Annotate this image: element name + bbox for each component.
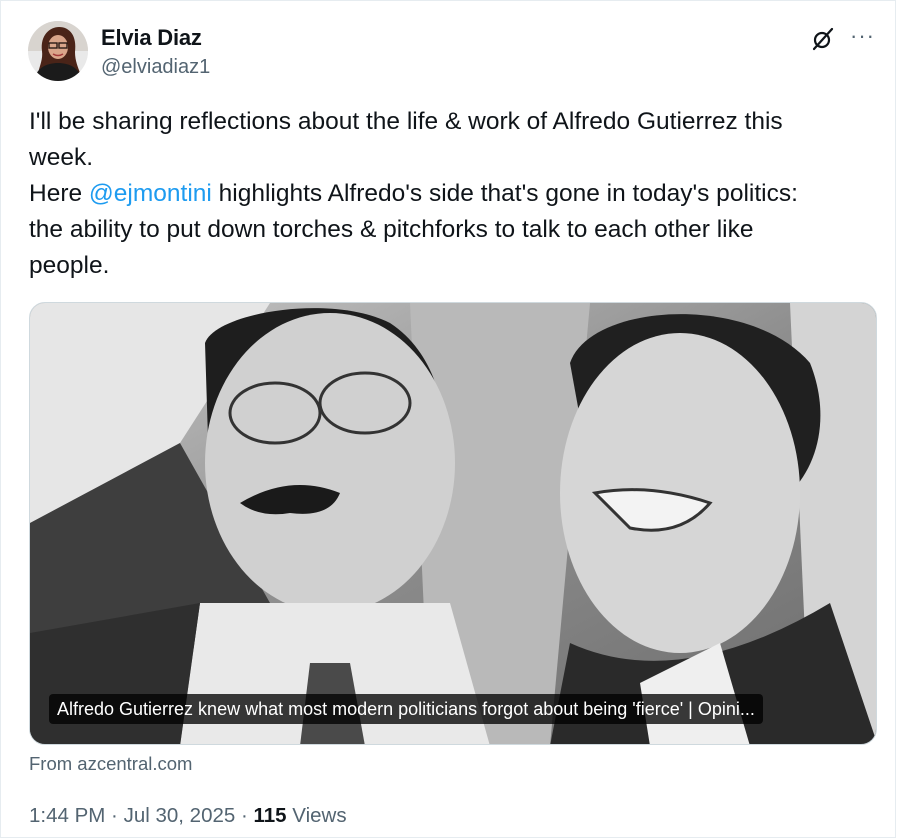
author-name[interactable]: Elvia Diaz <box>101 25 202 51</box>
tweet-text-line: people. <box>29 252 110 279</box>
tweet-time[interactable]: 1:44 PM <box>29 804 105 827</box>
link-card-title[interactable]: Alfredo Gutierrez knew what most modern … <box>49 694 763 724</box>
more-options-icon[interactable]: ··· <box>850 23 875 49</box>
tweet-text: I'll be sharing reflections about the li… <box>29 104 869 284</box>
tweet-text-segment: highlights Alfredo's side that's gone in… <box>211 180 798 207</box>
tweet-meta: 1:44 PM · Jul 30, 2025 · 115 Views <box>29 804 347 828</box>
meta-separator: · <box>235 804 254 827</box>
tweet-card: Elvia Diaz @elviadiaz1 ··· I'll be shari… <box>0 0 896 838</box>
tweet-text-line: the ability to put down torches & pitchf… <box>29 216 754 243</box>
views-count[interactable]: 115 <box>254 804 287 827</box>
avatar[interactable] <box>28 21 88 81</box>
tweet-header: Elvia Diaz @elviadiaz1 ··· <box>28 21 875 83</box>
views-label[interactable]: Views <box>287 804 346 827</box>
tweet-text-segment: Here <box>29 180 89 207</box>
link-card-image[interactable]: Alfredo Gutierrez knew what most modern … <box>29 302 877 745</box>
x-logo-icon[interactable] <box>811 27 835 51</box>
tweet-text-line: I'll be sharing reflections about the li… <box>29 108 783 135</box>
tweet-text-line: week. <box>29 144 94 171</box>
tweet-text-line: Here @ejmontini highlights Alfredo's sid… <box>29 176 869 212</box>
meta-separator: · <box>105 804 124 827</box>
link-card-photo <box>30 303 876 744</box>
link-card-source[interactable]: From azcentral.com <box>29 753 192 775</box>
mention-link[interactable]: @ejmontini <box>89 180 212 207</box>
author-handle[interactable]: @elviadiaz1 <box>101 56 210 79</box>
tweet-date[interactable]: Jul 30, 2025 <box>124 804 236 827</box>
